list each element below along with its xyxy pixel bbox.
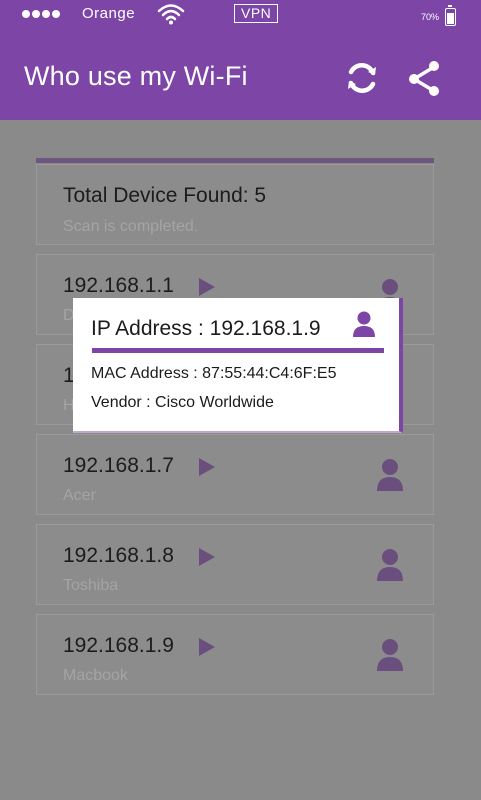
popup-mac-address: MAC Address : 87:55:44:C4:6F:E5 xyxy=(91,365,337,382)
summary-card: Total Device Found: 5 Scan is completed. xyxy=(36,164,434,245)
signal-strength-icon xyxy=(22,10,60,18)
person-icon xyxy=(377,639,403,671)
battery-percentage: 70% xyxy=(421,12,440,22)
device-row[interactable]: 192.168.1.8 Toshiba xyxy=(36,524,434,605)
device-ip: 192.168.1.9 xyxy=(63,634,174,657)
device-vendor: Acer xyxy=(63,487,96,504)
play-icon[interactable] xyxy=(197,546,217,568)
device-vendor: Macbook xyxy=(63,667,128,684)
divider xyxy=(36,158,434,163)
device-list-panel: Total Device Found: 5 Scan is completed.… xyxy=(0,120,481,800)
devices-found-count: Total Device Found: 5 xyxy=(63,184,267,207)
device-ip: 192.168.1.8 xyxy=(63,544,174,567)
status-bar: Orange VPN 70% xyxy=(0,0,481,28)
scan-status: Scan is completed. xyxy=(63,218,199,235)
popup-ip-address: IP Address : 192.168.1.9 xyxy=(91,317,321,340)
refresh-icon[interactable] xyxy=(342,58,382,98)
wifi-icon xyxy=(157,4,185,25)
app-bar: Who use my Wi-Fi xyxy=(0,28,481,120)
device-row[interactable]: 192.168.1.9 Macbook xyxy=(36,614,434,695)
device-ip: 192.168.1.1 xyxy=(63,274,174,297)
device-details-popup: IP Address : 192.168.1.9 MAC Address : 8… xyxy=(73,298,403,433)
play-icon[interactable] xyxy=(197,276,217,298)
popup-divider xyxy=(92,348,384,353)
vpn-badge: VPN xyxy=(234,4,279,23)
device-row[interactable]: 192.168.1.7 Acer xyxy=(36,434,434,515)
app-title: Who use my Wi-Fi xyxy=(24,61,248,91)
device-ip: 192.168.1.7 xyxy=(63,454,174,477)
person-icon xyxy=(377,549,403,581)
play-icon[interactable] xyxy=(197,636,217,658)
person-icon xyxy=(377,459,403,491)
battery-icon xyxy=(445,5,456,26)
popup-vendor: Vendor : Cisco Worldwide xyxy=(91,394,274,411)
person-icon xyxy=(353,311,375,337)
play-icon[interactable] xyxy=(197,456,217,478)
carrier-label: Orange xyxy=(82,5,136,22)
device-vendor: Toshiba xyxy=(63,577,119,594)
share-icon[interactable] xyxy=(404,58,444,98)
